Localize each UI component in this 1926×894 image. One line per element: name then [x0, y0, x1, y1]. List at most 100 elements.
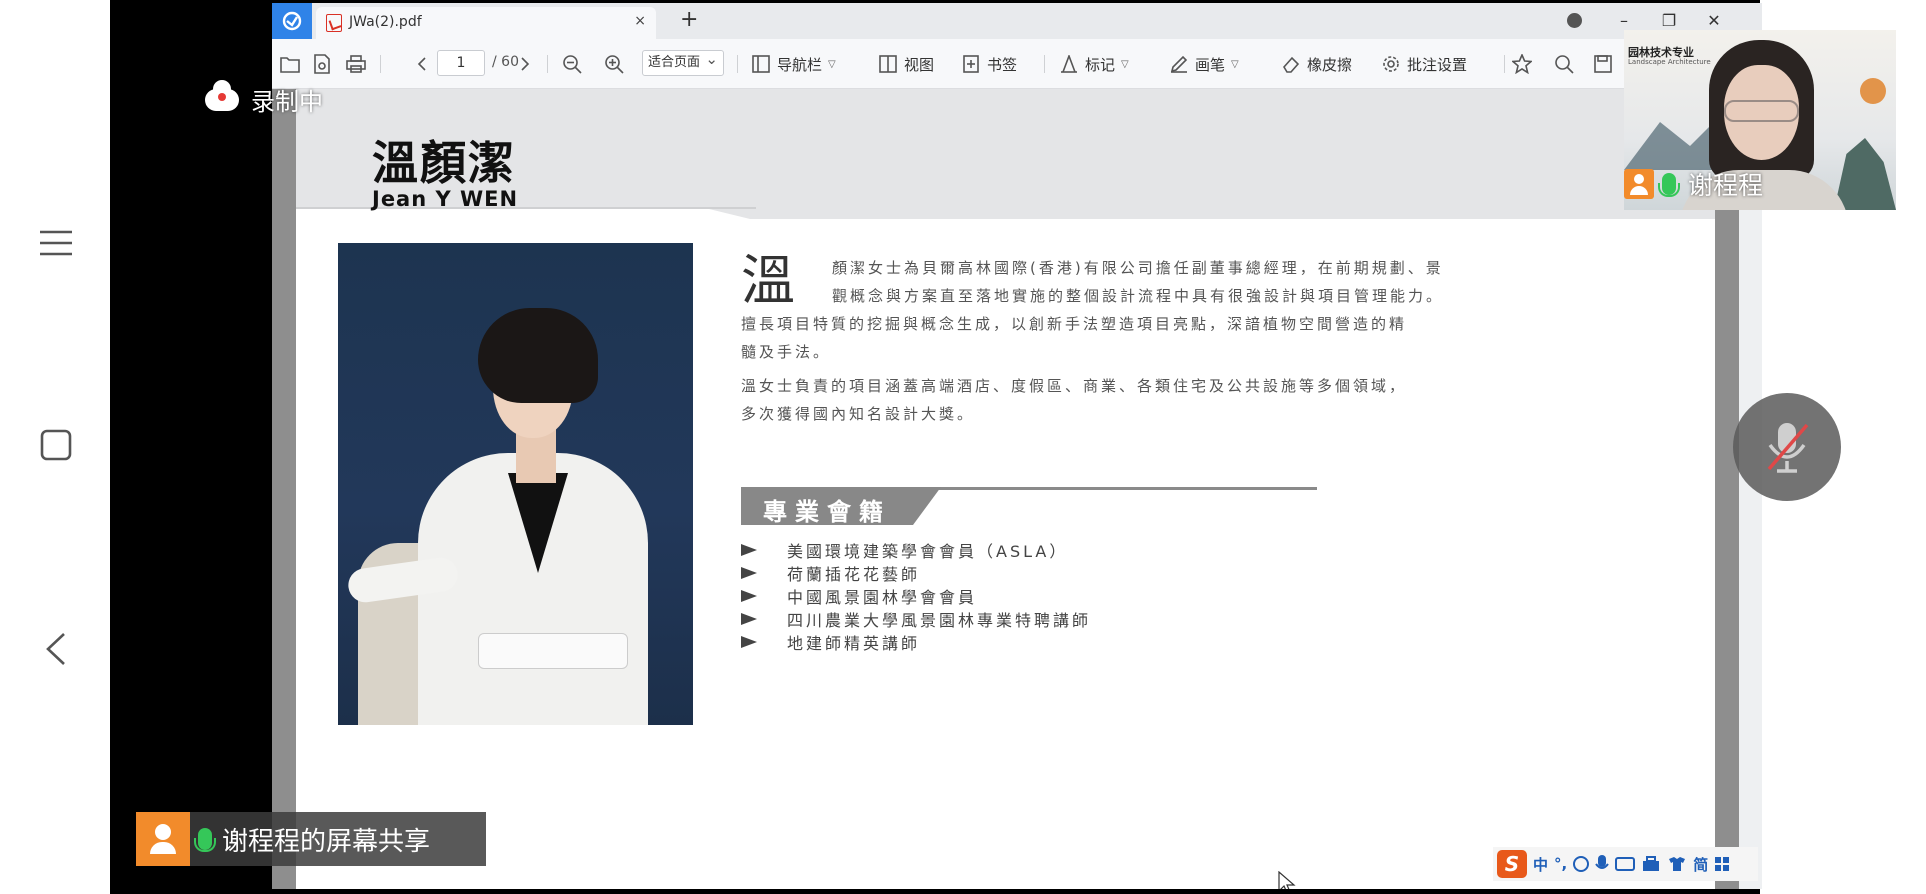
skin-icon[interactable]: [1667, 856, 1687, 872]
eraser-icon: [1283, 56, 1300, 73]
pdf-page: 溫顏潔 Jean Y WEN 溫 顏潔女士為貝爾高林國際(香港)有限公司擔任副董…: [296, 89, 1715, 889]
page-number-input[interactable]: 1: [437, 50, 485, 76]
view-label: 视图: [904, 55, 935, 74]
search-button[interactable]: [1554, 52, 1574, 76]
chevron-down-icon[interactable]: ▽: [1121, 59, 1129, 70]
list-item: 地建師精英講師: [741, 630, 920, 654]
chevron-right-icon: [521, 57, 530, 71]
pdf-viewer-window: JWa(2).pdf × + – ❐ ✕ 1 / 60 适合页面 ⌄ 导航栏 ▽…: [272, 3, 1762, 889]
bookmark-icon: [963, 55, 979, 73]
grid-menu-icon[interactable]: [1714, 856, 1730, 872]
toolbar: 1 / 60 适合页面 导航栏 ▽ 视图: [272, 39, 1762, 89]
toolbar-separator: [380, 55, 381, 73]
triangle-bullet-icon: [741, 613, 757, 625]
title-bar: JWa(2).pdf × + – ❐ ✕: [272, 3, 1762, 39]
gear-icon: [1383, 56, 1399, 72]
bio-line: 髓及手法。: [741, 343, 832, 361]
zoom-in-button[interactable]: [604, 52, 624, 76]
document-tab[interactable]: JWa(2).pdf ×: [316, 7, 656, 39]
tab-close-button[interactable]: ×: [634, 13, 646, 29]
favorite-button[interactable]: [1512, 52, 1532, 76]
tab-title: JWa(2).pdf: [349, 14, 422, 30]
toolbar-separator: [547, 55, 548, 73]
keyboard-icon[interactable]: [1615, 857, 1636, 871]
mute-microphone-button[interactable]: [1733, 393, 1841, 501]
person-name-english: Jean Y WEN: [372, 187, 519, 211]
microphone-active-icon: [1658, 173, 1680, 197]
window-menu-icon[interactable]: [1562, 9, 1586, 33]
zoom-out-button[interactable]: [562, 52, 582, 76]
annotation-settings-button[interactable]: 批注设置: [1382, 52, 1467, 76]
ime-logo-icon[interactable]: S: [1497, 850, 1527, 878]
bookmark-label: 书签: [987, 55, 1018, 74]
annotation-settings-label: 批注设置: [1407, 55, 1468, 74]
ime-chinese-mode[interactable]: 中: [1533, 854, 1548, 875]
zoom-in-icon: [605, 55, 624, 74]
chevron-down-icon[interactable]: ▽: [828, 59, 836, 70]
bio-line: 多次獲得國內知名設計大獎。: [741, 405, 976, 423]
bio-dropcap: 溫: [741, 249, 795, 312]
ime-toolbar: S 中 °, 简: [1493, 847, 1758, 881]
list-item: 四川農業大學風景園林專業特聘講師: [741, 607, 1091, 631]
ime-simplified[interactable]: 简: [1693, 854, 1708, 875]
open-file-button[interactable]: [280, 52, 300, 76]
pen-icon: [1170, 55, 1188, 73]
toolbar-separator: [737, 55, 738, 73]
sidebar-icon: [752, 55, 770, 73]
triangle-bullet-icon: [741, 567, 757, 579]
printer-icon: [346, 55, 366, 73]
nav-pane-button[interactable]: 导航栏 ▽: [752, 52, 836, 76]
triangle-bullet-icon: [741, 590, 757, 602]
cloud-record-icon: [205, 79, 239, 111]
meeting-screen: JWa(2).pdf × + – ❐ ✕ 1 / 60 适合页面 ⌄ 导航栏 ▽…: [0, 0, 1926, 894]
list-item: 美國環境建築學會會員（ASLA）: [741, 538, 1068, 562]
microphone-icon[interactable]: [1595, 854, 1610, 874]
mark-button[interactable]: 标记 ▽: [1060, 52, 1129, 76]
save-button[interactable]: [1594, 52, 1612, 76]
eraser-label: 橡皮擦: [1307, 55, 1353, 74]
page-header-rule: [296, 207, 756, 209]
triangle-bullet-icon: [741, 544, 757, 556]
folder-icon: [280, 57, 300, 73]
chevron-down-icon[interactable]: ▽: [1231, 59, 1239, 70]
zoom-out-icon: [563, 55, 582, 74]
pen-button[interactable]: 画笔 ▽: [1170, 52, 1239, 76]
menu-icon[interactable]: [35, 222, 77, 264]
next-page-button[interactable]: [520, 52, 530, 76]
ime-punctuation[interactable]: °,: [1554, 855, 1567, 873]
pdf-file-icon: [326, 14, 342, 32]
recording-label: 录制中: [251, 88, 323, 116]
save-icon: [1594, 55, 1612, 73]
list-item: 荷蘭插花花藝師: [741, 561, 920, 585]
view-button[interactable]: 视图: [879, 52, 934, 76]
triangle-bullet-icon: [741, 636, 757, 648]
bookmark-button[interactable]: 书签: [962, 52, 1017, 76]
export-button[interactable]: [313, 52, 331, 76]
new-tab-button[interactable]: +: [680, 7, 698, 32]
screen-share-text: 谢程程的屏幕共享: [222, 826, 431, 857]
recording-indicator: 录制中: [205, 79, 323, 117]
recent-apps-icon[interactable]: [35, 424, 77, 466]
microphone-muted-icon: [1767, 423, 1809, 473]
emoji-icon[interactable]: [1573, 856, 1590, 872]
chevron-left-icon: [417, 57, 426, 71]
eraser-button[interactable]: 橡皮擦: [1282, 52, 1352, 76]
previous-page-button[interactable]: [417, 52, 427, 76]
print-button[interactable]: [346, 52, 366, 76]
person-name-chinese: 溫顏潔: [372, 136, 516, 190]
app-logo-icon[interactable]: [272, 3, 312, 39]
video-background-logo-sub: Landscape Architecture: [1628, 58, 1711, 66]
bio-line: 顏潔女士為貝爾高林國際(香港)有限公司擔任副董事總經理，在前期規劃、景: [832, 259, 1444, 277]
toolbox-icon[interactable]: [1641, 856, 1661, 872]
user-avatar-icon: [1624, 169, 1654, 199]
list-item: 中國風景園林學會會員: [741, 584, 977, 608]
zoom-mode-select[interactable]: 适合页面: [642, 47, 724, 76]
back-icon[interactable]: [35, 628, 77, 670]
mark-label: 标记: [1085, 55, 1116, 74]
bio-line: 溫女士負責的項目涵蓋高端酒店、度假區、商業、各類住宅及公共設施等多個領域，: [741, 377, 1408, 395]
search-icon: [1555, 55, 1574, 74]
toolbar-separator: [1504, 55, 1505, 73]
screen-share-label: 谢程程的屏幕共享: [136, 812, 486, 866]
presenter-name-row: 谢程程: [1624, 166, 1763, 202]
nav-pane-label: 导航栏: [777, 55, 823, 74]
